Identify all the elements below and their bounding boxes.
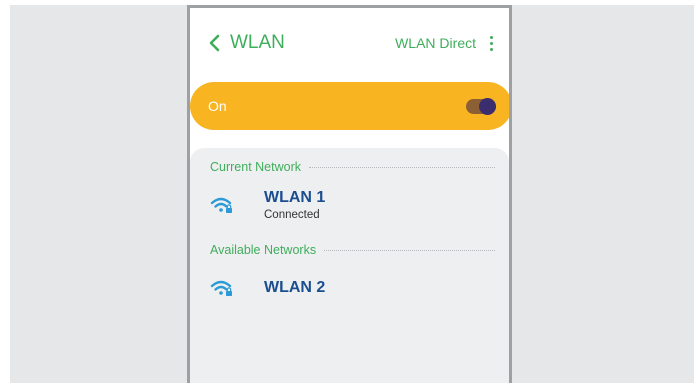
back-button[interactable]: WLAN bbox=[208, 28, 285, 58]
app-bar: WLAN WLAN Direct bbox=[190, 8, 509, 78]
network-text: WLAN 1 Connected bbox=[264, 189, 325, 221]
network-item-wlan-2[interactable]: WLAN 2 bbox=[210, 268, 495, 308]
network-name: WLAN 2 bbox=[264, 279, 326, 296]
toggle-switch[interactable] bbox=[466, 97, 496, 115]
network-text: WLAN 2 bbox=[264, 279, 325, 297]
divider bbox=[324, 249, 495, 251]
phone-screen: WLAN WLAN Direct On Current Network WLAN… bbox=[187, 5, 512, 383]
section-title: Available Networks bbox=[210, 243, 317, 257]
wifi-locked-icon bbox=[210, 197, 232, 213]
more-options-icon[interactable] bbox=[490, 35, 493, 51]
section-header-available: Available Networks bbox=[210, 243, 495, 257]
section-header-current: Current Network bbox=[210, 160, 495, 174]
page-title: WLAN bbox=[230, 32, 285, 53]
divider bbox=[309, 166, 495, 168]
network-item-wlan-1[interactable]: WLAN 1 Connected bbox=[210, 185, 495, 225]
network-list: Current Network WLAN 1 Connected Availab… bbox=[190, 148, 509, 383]
wlan-direct-button[interactable]: WLAN Direct bbox=[395, 35, 476, 51]
network-status: Connected bbox=[264, 209, 320, 221]
master-switch-label: On bbox=[208, 98, 227, 114]
wifi-locked-icon bbox=[210, 280, 232, 296]
app-bar-actions: WLAN Direct bbox=[395, 28, 493, 58]
wlan-master-switch[interactable]: On bbox=[190, 82, 509, 130]
toggle-knob bbox=[479, 97, 496, 115]
section-title: Current Network bbox=[210, 160, 301, 174]
chevron-left-icon bbox=[209, 34, 220, 52]
network-name: WLAN 1 bbox=[264, 189, 326, 206]
